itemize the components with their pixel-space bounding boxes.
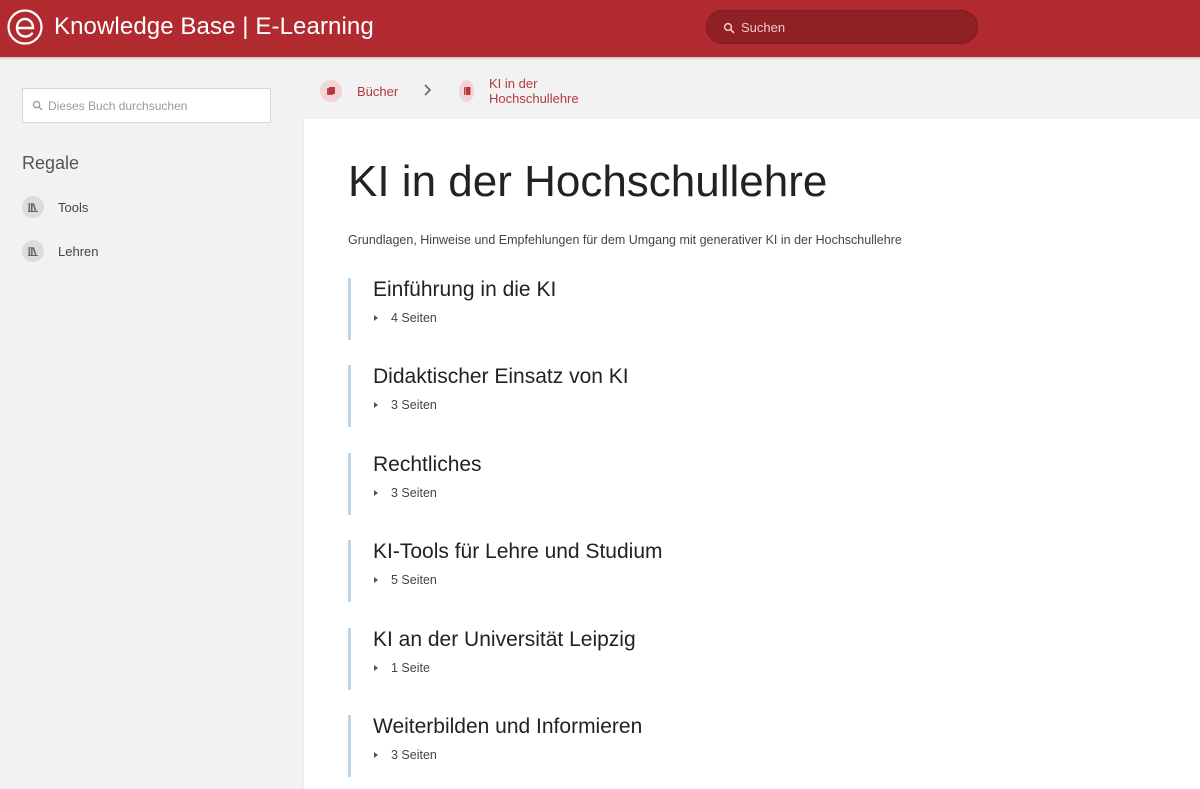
book-content: KI in der Hochschullehre Grundlagen, Hin… xyxy=(304,119,1200,789)
book-search-input[interactable] xyxy=(48,89,266,122)
shelf-item-tools[interactable]: Tools xyxy=(22,195,88,219)
page-count: 3 Seiten xyxy=(391,748,437,762)
chapter-title[interactable]: Rechtliches xyxy=(373,453,482,477)
sidebar: Regale Tools Lehren xyxy=(0,57,303,789)
chapter-title[interactable]: KI-Tools für Lehre und Studium xyxy=(373,540,663,564)
caret-right-icon xyxy=(374,577,378,583)
chapter-pages-toggle[interactable]: 3 Seiten xyxy=(373,484,437,502)
top-bar: Knowledge Base | E-Learning xyxy=(0,0,1200,57)
books-icon xyxy=(320,80,342,102)
chapter-pages-toggle[interactable]: 3 Seiten xyxy=(373,396,437,414)
chevron-right-icon xyxy=(424,84,432,96)
breadcrumb-label: KI in der Hochschullehre xyxy=(489,76,579,106)
book-icon xyxy=(459,80,474,102)
global-search-input[interactable] xyxy=(741,11,971,43)
chapter-item: KI-Tools für Lehre und Studium 5 Seiten xyxy=(348,540,948,602)
breadcrumb-book[interactable]: KI in der Hochschullehre xyxy=(459,76,586,106)
chapter-pages-toggle[interactable]: 5 Seiten xyxy=(373,571,437,589)
page-count: 3 Seiten xyxy=(391,398,437,412)
breadcrumb-label: Bücher xyxy=(357,83,399,99)
chapter-title[interactable]: Didaktischer Einsatz von KI xyxy=(373,365,629,389)
chapter-item: Einführung in die KI 4 Seiten xyxy=(348,278,948,340)
book-search[interactable] xyxy=(22,88,271,123)
caret-right-icon xyxy=(374,490,378,496)
logo-icon[interactable] xyxy=(7,8,43,46)
caret-right-icon xyxy=(374,402,378,408)
shelf-label: Tools xyxy=(58,199,89,215)
chapter-title[interactable]: Weiterbilden und Informieren xyxy=(373,715,642,739)
page-count: 3 Seiten xyxy=(391,486,437,500)
page-title: KI in der Hochschullehre xyxy=(348,157,828,206)
chapter-item: Weiterbilden und Informieren 3 Seiten xyxy=(348,715,948,777)
chapter-pages-toggle[interactable]: 4 Seiten xyxy=(373,309,437,327)
shelves-heading: Regale xyxy=(22,153,80,173)
bookshelf-icon xyxy=(22,196,44,218)
chapter-pages-toggle[interactable]: 1 Seite xyxy=(373,659,430,677)
page-count: 1 Seite xyxy=(391,661,430,675)
search-icon xyxy=(32,100,43,111)
chapter-title[interactable]: Einführung in die KI xyxy=(373,278,556,302)
bookshelf-icon xyxy=(22,240,44,262)
page-count: 5 Seiten xyxy=(391,573,437,587)
shelf-item-lehren[interactable]: Lehren xyxy=(22,239,98,263)
chapter-title[interactable]: KI an der Universität Leipzig xyxy=(373,628,636,652)
page-count: 4 Seiten xyxy=(391,311,437,325)
chapter-item: KI an der Universität Leipzig 1 Seite xyxy=(348,628,948,690)
breadcrumb-books[interactable]: Bücher xyxy=(320,79,398,103)
caret-right-icon xyxy=(374,665,378,671)
search-icon xyxy=(723,22,735,34)
book-description: Grundlagen, Hinweise und Empfehlungen fü… xyxy=(348,233,902,247)
caret-right-icon xyxy=(374,752,378,758)
chapter-pages-toggle[interactable]: 3 Seiten xyxy=(373,746,437,764)
chapter-item: Didaktischer Einsatz von KI 3 Seiten xyxy=(348,365,948,427)
chapter-item: Rechtliches 3 Seiten xyxy=(348,453,948,515)
shelf-label: Lehren xyxy=(58,243,99,259)
global-search[interactable] xyxy=(706,10,978,44)
app-title[interactable]: Knowledge Base | E-Learning xyxy=(54,13,374,41)
caret-right-icon xyxy=(374,315,378,321)
